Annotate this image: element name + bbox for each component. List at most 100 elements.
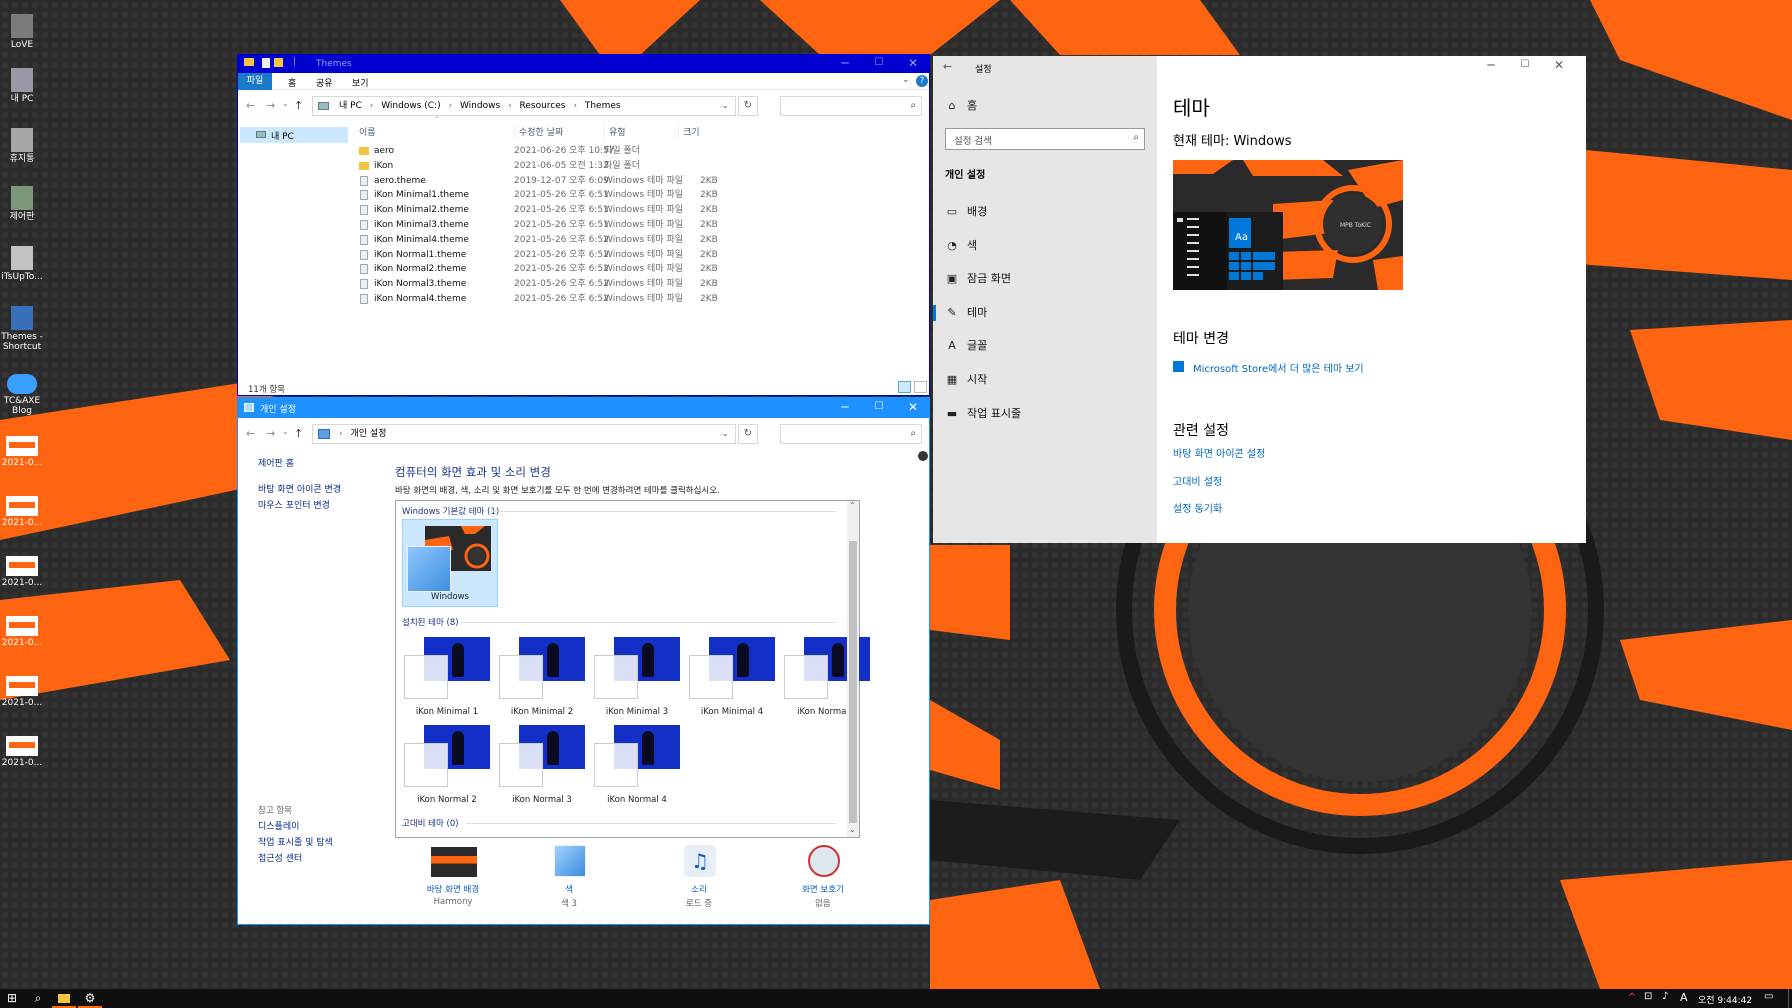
file-row[interactable]: iKon Normal2.theme 2021-05-26 오후 6:52 Wind… — [354, 262, 929, 276]
desktop-icon[interactable]: 제어판 — [0, 186, 44, 222]
address-bar[interactable]: 내 PC › Windows (C:) › Windows › Resource… — [312, 96, 736, 116]
scroll-up-icon[interactable]: ⌃ — [849, 501, 856, 510]
personalization-titlebar[interactable]: 개인 설정 ─ ☐ ✕ — [238, 398, 929, 418]
desktop-icon[interactable]: 내 PC — [0, 68, 44, 104]
close-button[interactable]: ✕ — [1542, 56, 1576, 76]
desktop-icon[interactable]: 2021-0... — [0, 430, 44, 468]
column-header-size[interactable]: 크기 — [678, 125, 700, 138]
minimize-button[interactable]: ─ — [828, 398, 862, 418]
back-icon[interactable]: ← — [246, 427, 255, 440]
settings-home[interactable]: ⌂ 홈 — [933, 92, 1159, 120]
settings-search-input[interactable]: 설정 검색 ⌕ — [945, 128, 1145, 150]
up-icon[interactable]: ↑ — [294, 99, 303, 112]
sync-settings-link[interactable]: 설정 동기화 — [1173, 500, 1222, 515]
properties-icon[interactable] — [262, 58, 270, 68]
file-row[interactable]: iKon Minimal3.theme 2021-05-26 오후 6:51 Win… — [354, 218, 929, 232]
theme-tile[interactable]: iKon Normal 2 — [402, 723, 492, 805]
settings-nav-item[interactable]: ▦ 시작 — [933, 366, 1159, 394]
address-bar[interactable]: › 개인 설정 ⌄ — [312, 424, 736, 444]
details-view-button[interactable] — [898, 381, 911, 393]
theme-list-scrollbar[interactable]: ⌃ ⌄ — [847, 501, 859, 837]
address-crumb-windows[interactable]: Windows — [460, 101, 500, 111]
search-icon[interactable]: ⌕ — [26, 989, 50, 1008]
desktop-icon[interactable]: TC&AXE Blog — [0, 368, 44, 416]
recent-locations-icon[interactable]: ⌄ — [282, 99, 289, 108]
change-desktop-icons-link[interactable]: 바탕 화면 아이콘 변경 — [258, 482, 341, 495]
desktop-icon[interactable]: 2021-0... — [0, 610, 44, 648]
close-button[interactable]: ✕ — [896, 398, 929, 418]
nav-item-this-pc[interactable]: 내 PC — [240, 127, 348, 143]
desktop-icon[interactable]: 2021-0... — [0, 730, 44, 768]
address-crumb-pc[interactable]: 내 PC — [339, 101, 362, 111]
control-panel-search-input[interactable]: ⌕ — [780, 424, 922, 444]
theme-tile[interactable]: iKon Minimal 4 — [687, 635, 777, 717]
help-icon[interactable]: ? — [916, 75, 928, 87]
scroll-down-icon[interactable]: ⌄ — [849, 825, 856, 834]
theme-tile[interactable]: iKon Minimal 1 — [402, 635, 492, 717]
theme-windows[interactable]: Windows — [402, 519, 498, 607]
large-icons-view-button[interactable] — [914, 381, 927, 393]
theme-component-4[interactable]: 화면 보호기 없음 — [768, 843, 878, 923]
settings-nav-item[interactable]: ▭ 배경 — [933, 198, 1159, 226]
up-icon[interactable]: ↑ — [294, 427, 303, 440]
file-row[interactable]: iKon Normal3.theme 2021-05-26 오후 6:52 Wind… — [354, 277, 929, 291]
address-crumb-themes[interactable]: Themes — [585, 101, 621, 111]
taskbar-navigation-link[interactable]: 작업 표시줄 및 탐색 — [258, 835, 333, 848]
file-row[interactable]: iKon Minimal1.theme 2021-05-26 오후 6:51 Win… — [354, 188, 929, 202]
high-contrast-settings-link[interactable]: 고대비 설정 — [1173, 473, 1222, 488]
maximize-button[interactable]: ☐ — [1508, 56, 1542, 76]
file-row[interactable]: iKon Minimal4.theme 2021-05-26 오후 6:52 Win… — [354, 233, 929, 247]
address-crumb-resources[interactable]: Resources — [520, 101, 566, 111]
new-folder-icon[interactable] — [274, 58, 283, 67]
forward-icon[interactable]: → — [266, 427, 275, 440]
desktop-icon-settings-link[interactable]: 바탕 화면 아이콘 설정 — [1173, 445, 1265, 460]
ribbon-tab-view[interactable]: 보기 — [352, 76, 369, 89]
desktop-icon[interactable]: 2021-0... — [0, 550, 44, 588]
explorer-titlebar[interactable]: | Themes ─ ☐ ✕ — [238, 55, 929, 73]
settings-nav-item[interactable]: A 글꼴 — [933, 332, 1159, 360]
desktop-icon[interactable]: 2021-0... — [0, 670, 44, 708]
expand-ribbon-icon[interactable]: ⌄ — [902, 75, 910, 85]
close-button[interactable]: ✕ — [896, 55, 929, 73]
file-row[interactable]: iKon Minimal2.theme 2021-05-26 오후 6:51 Win… — [354, 203, 929, 217]
ease-of-access-link[interactable]: 접근성 센터 — [258, 851, 302, 864]
theme-component-1[interactable]: 바탕 화면 배경 Harmony — [398, 843, 508, 923]
back-arrow-icon[interactable]: ← — [943, 60, 952, 73]
address-crumb-personalization[interactable]: 개인 설정 — [350, 429, 386, 439]
settings-nav-item[interactable]: ▬ 작업 표시줄 — [933, 400, 1159, 428]
desktop-icon[interactable]: LoVE — [0, 14, 44, 50]
theme-component-2[interactable]: 색색 3 — [514, 843, 624, 923]
theme-component-3[interactable]: ♫ 소리 로드 중 — [644, 843, 754, 923]
ribbon-tab-home[interactable]: 홈 — [288, 76, 296, 89]
volume-icon[interactable]: ♪ — [1662, 991, 1668, 1002]
address-dropdown-icon[interactable]: ⌄ — [721, 425, 729, 443]
scrollbar-thumb[interactable] — [849, 541, 857, 823]
file-row[interactable]: iKon Normal4.theme 2021-05-26 오후 6:52 Wind… — [354, 292, 929, 306]
settings-taskbar-icon[interactable]: ⚙ — [78, 989, 102, 1008]
refresh-button[interactable]: ↻ — [738, 424, 758, 444]
forward-icon[interactable]: → — [266, 99, 275, 112]
control-panel-home-link[interactable]: 제어판 홈 — [258, 456, 294, 469]
file-row[interactable]: aero.theme 2019-12-07 오후 6:09 Windows 테마 파… — [354, 174, 929, 188]
settings-nav-item[interactable]: ◔ 색 — [933, 232, 1159, 260]
file-explorer-taskbar-icon[interactable] — [52, 989, 76, 1008]
address-crumb-drive[interactable]: Windows (C:) — [381, 101, 440, 111]
minimize-button[interactable]: ─ — [1474, 56, 1508, 76]
refresh-button[interactable]: ↻ — [738, 96, 758, 116]
clock[interactable]: 오전 9:44:42 — [1698, 993, 1752, 1006]
start-button[interactable]: ⊞ — [0, 989, 24, 1008]
maximize-button[interactable]: ☐ — [862, 55, 896, 73]
display-link[interactable]: 디스플레이 — [258, 819, 299, 832]
ime-indicator[interactable]: A — [1680, 991, 1688, 1004]
change-mouse-pointer-link[interactable]: 마우스 포인터 변경 — [258, 498, 330, 511]
recent-locations-icon[interactable]: ⌄ — [282, 427, 289, 436]
minimize-button[interactable]: ─ — [828, 55, 862, 73]
theme-tile[interactable]: iKon Minimal 3 — [592, 635, 682, 717]
theme-tile[interactable]: iKon Minimal 2 — [497, 635, 587, 717]
show-hidden-icons-icon[interactable]: ^ — [1628, 992, 1636, 1003]
theme-tile[interactable]: iKon Normal 4 — [592, 723, 682, 805]
address-dropdown-icon[interactable]: ⌄ — [721, 97, 729, 115]
column-header-name[interactable]: 이름 — [359, 125, 376, 138]
desktop-icon[interactable]: 휴지통 — [0, 128, 44, 164]
column-header-type[interactable]: 유형 — [604, 125, 626, 138]
